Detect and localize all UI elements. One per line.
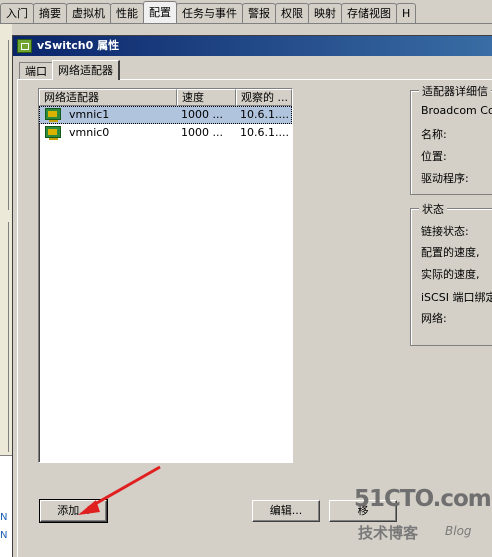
column-header-speed[interactable]: 速度 — [177, 89, 236, 106]
background-divider — [8, 40, 9, 210]
iscsi-binding-label: iSCSI 端口绑定 — [421, 291, 492, 304]
link-status-label: 链接状态: — [421, 225, 469, 238]
watermark-blog: Blog — [445, 524, 472, 538]
status-title: 状态 — [419, 201, 447, 217]
tab-permissions[interactable]: 权限 — [275, 3, 309, 23]
adapter-vendor: Broadcom Corp — [421, 104, 492, 117]
status-group: 状态 链接状态: 配置的速度, 实际的速度, iSCSI 端口绑定 网络: — [410, 201, 492, 346]
column-header-adapter[interactable]: 网络适配器 — [39, 89, 177, 106]
dialog-tab-bar: 端口 网络适配器 — [19, 60, 120, 80]
tab-storage-views[interactable]: 存储视图 — [341, 3, 397, 23]
configured-speed-label: 配置的速度, — [421, 246, 480, 259]
actual-speed-label: 实际的速度, — [421, 268, 480, 281]
adapter-speed: 1000 ... — [177, 106, 236, 124]
column-header-observed[interactable]: 观察的 ... — [236, 89, 292, 106]
adapter-details-group: 适配器详细信 Broadcom Corp 名称: 位置: 驱动程序: — [410, 83, 492, 195]
tab-alarms[interactable]: 警报 — [242, 3, 276, 23]
adapter-location-label: 位置: — [421, 150, 447, 163]
tab-getting-started[interactable]: 入门 — [0, 3, 34, 23]
tab-summary[interactable]: 摘要 — [33, 3, 67, 23]
vswitch-icon — [17, 39, 32, 53]
network-card-icon — [45, 108, 61, 122]
tab-tasks-events[interactable]: 任务与事件 — [176, 3, 243, 23]
tab-virtual-machines[interactable]: 虚拟机 — [66, 3, 111, 23]
dialog-title: vSwitch0 属性 — [37, 39, 120, 52]
adapter-name-label: 名称: — [421, 128, 447, 141]
adapter-observed: 10.6.1.... — [240, 126, 289, 139]
adapter-name-cell: vmnic1 — [39, 106, 177, 124]
watermark-cn: 技术博客 — [358, 524, 419, 542]
background-list: N N — [0, 455, 12, 557]
tab-network-adapters[interactable]: 网络适配器 — [52, 60, 120, 80]
adapter-speed: 1000 ... — [181, 126, 223, 139]
adapter-name-cell: vmnic0 — [39, 124, 177, 142]
network-adapter-list[interactable]: 网络适配器 速度 观察的 ... vmnic1 1000 ... 10.6.1.… — [38, 88, 293, 463]
tab-maps[interactable]: 映射 — [308, 3, 342, 23]
dialog-titlebar[interactable]: vSwitch0 属性 — [13, 36, 492, 56]
tab-performance[interactable]: 性能 — [110, 3, 144, 23]
tab-hardware-status[interactable]: H — [396, 3, 417, 23]
list-header: 网络适配器 速度 观察的 ... — [39, 89, 292, 106]
background-list-item: N — [0, 512, 8, 523]
table-row[interactable]: vmnic1 1000 ... 10.6.1.... — [39, 106, 292, 124]
tab-configuration[interactable]: 配置 — [143, 1, 177, 23]
annotation-arrow-icon — [78, 465, 161, 515]
table-row[interactable]: vmnic0 1000 ... 10.6.1.... — [39, 124, 292, 142]
main-tab-bar: 入门 摘要 虚拟机 性能 配置 任务与事件 警报 权限 映射 存储视图 H — [0, 0, 492, 24]
background-list-item: N — [0, 530, 8, 541]
background-divider — [8, 222, 9, 452]
watermark-site: 51CTO.com — [354, 486, 492, 512]
network-label: 网络: — [421, 312, 447, 325]
adapter-driver-label: 驱动程序: — [421, 172, 469, 185]
adapter-observed: 10.6.1.... — [236, 106, 292, 124]
adapter-name: vmnic0 — [69, 126, 110, 139]
adapter-details-title: 适配器详细信 — [419, 83, 491, 99]
edit-button[interactable]: 编辑... — [252, 500, 320, 522]
adapter-name: vmnic1 — [69, 108, 110, 121]
network-card-icon — [45, 126, 61, 140]
tab-ports[interactable]: 端口 — [19, 62, 53, 80]
